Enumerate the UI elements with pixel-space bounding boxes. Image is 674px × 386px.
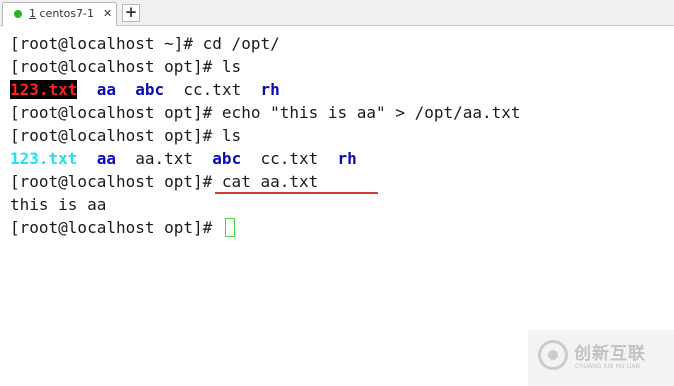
prompt: [root@localhost opt]# xyxy=(10,103,222,122)
connected-status-icon xyxy=(14,10,22,18)
ls-output-line: 123.txt aa abc cc.txt rh xyxy=(10,78,280,101)
directory-entry: abc xyxy=(212,149,242,168)
tab-bar: 1 centos7-1 ✕ + xyxy=(0,0,674,26)
file-entry: cc.txt xyxy=(183,80,242,99)
prompt: [root@localhost opt]# xyxy=(10,172,222,191)
terminal-line: [root@localhost opt]# ls xyxy=(10,124,241,147)
prompt: [root@localhost opt]# xyxy=(10,126,222,145)
command-output: this is aa xyxy=(10,193,106,216)
command: ls xyxy=(221,126,242,145)
brand-logo-icon xyxy=(538,340,568,370)
watermark-title: 创新互联 xyxy=(574,344,646,364)
file-entry: cc.txt xyxy=(260,149,319,168)
prompt: [root@localhost opt]# xyxy=(10,57,222,76)
command: cd /opt/ xyxy=(202,34,280,53)
command: cat aa.txt xyxy=(221,172,319,191)
terminal-line: [root@localhost opt]# ls xyxy=(10,55,241,78)
annotation-underline xyxy=(215,192,378,194)
tab-index: 1 xyxy=(29,7,36,20)
terminal-line: [root@localhost opt]# cat aa.txt xyxy=(10,170,318,193)
directory-entry: aa xyxy=(96,80,116,99)
file-entry: 123.txt xyxy=(10,149,78,168)
file-entry: aa.txt xyxy=(135,149,194,168)
command: ls xyxy=(221,57,242,76)
terminal-window: 1 centos7-1 ✕ + [root@localhost ~]# cd /… xyxy=(0,0,674,386)
tab-centos7-1[interactable]: 1 centos7-1 ✕ xyxy=(2,2,117,26)
tab-label: 1 centos7-1 xyxy=(29,7,94,20)
prompt: [root@localhost ~]# xyxy=(10,34,203,53)
tab-title: centos7-1 xyxy=(39,7,95,20)
watermark-subtitle: CHUANG XIN HU LIAN xyxy=(575,363,641,370)
ls-output-line: 123.txt aa aa.txt abc cc.txt rh xyxy=(10,147,357,170)
directory-entry: aa xyxy=(96,149,116,168)
terminal-line: [root@localhost ~]# cd /opt/ xyxy=(10,32,280,55)
new-tab-button[interactable]: + xyxy=(122,4,140,22)
terminal-line: [root@localhost opt]# echo "this is aa" … xyxy=(10,101,521,124)
text-cursor xyxy=(224,218,235,237)
command: echo "this is aa" > /opt/aa.txt xyxy=(221,103,521,122)
file-entry: 123.txt xyxy=(10,80,78,99)
output-text: this is aa xyxy=(10,195,107,214)
close-icon[interactable]: ✕ xyxy=(103,7,112,21)
terminal-line: [root@localhost opt]# xyxy=(10,216,235,239)
directory-entry: rh xyxy=(337,149,357,168)
prompt: [root@localhost opt]# xyxy=(10,218,222,237)
directory-entry: rh xyxy=(260,80,280,99)
directory-entry: abc xyxy=(135,80,165,99)
watermark: 创新互联 CHUANG XIN HU LIAN xyxy=(528,330,674,386)
